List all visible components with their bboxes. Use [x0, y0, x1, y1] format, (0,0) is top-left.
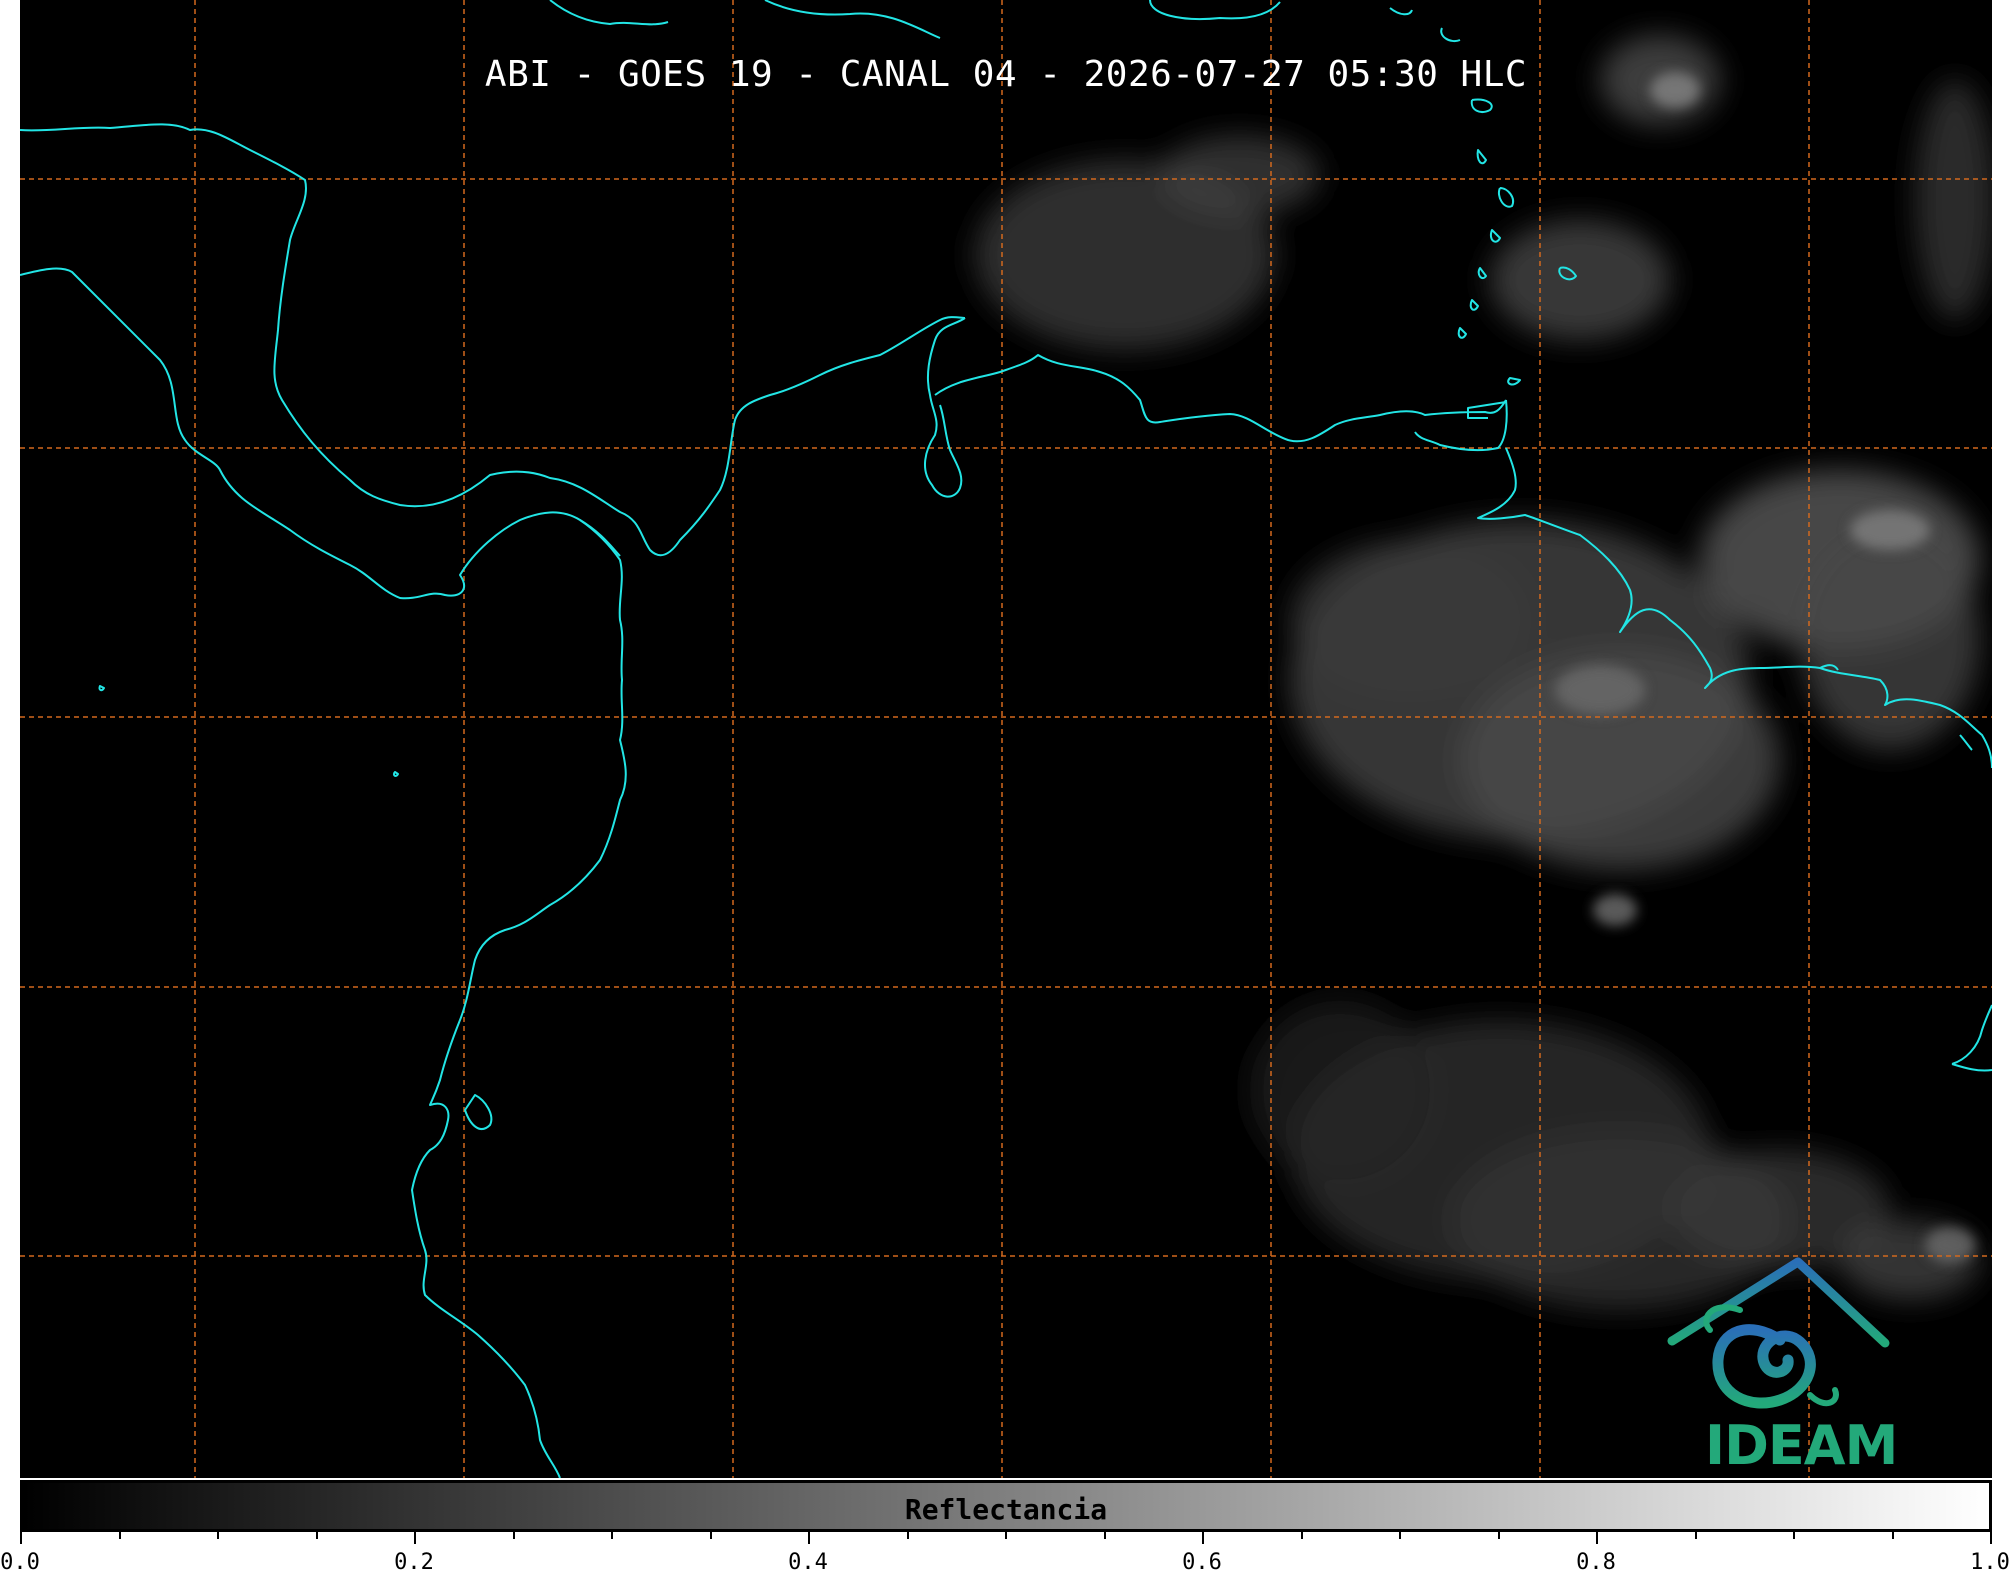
colorbar-minor-tick	[315, 1530, 318, 1539]
satellite-map-panel: ABI - GOES 19 - CANAL 04 - 2026-07-27 05…	[20, 0, 1992, 1478]
colorbar-major-tick	[414, 1530, 416, 1544]
colorbar-minor-tick	[1103, 1530, 1106, 1539]
colorbar-minor-tick	[611, 1530, 613, 1539]
colorbar-tick-label: 0.8	[1576, 1550, 1616, 1575]
colorbar-minor-tick	[1399, 1530, 1401, 1539]
colorbar-axis: 0.0 0.2 0.4 0.6 0.8 1.0	[0, 1530, 2011, 1577]
colorbar-minor-tick	[512, 1530, 515, 1539]
colorbar-tick-label: 0.4	[788, 1550, 828, 1575]
colorbar-minor-tick	[1694, 1530, 1697, 1539]
colorbar-minor-tick	[1300, 1530, 1303, 1539]
colorbar-tick-label: 0.0	[0, 1550, 40, 1575]
ideam-logo-text: IDEAM	[1705, 1414, 1898, 1477]
colorbar-tick-label: 0.6	[1182, 1550, 1222, 1575]
colorbar-major-tick	[808, 1530, 810, 1544]
colorbar-major-tick	[1202, 1530, 1204, 1544]
colorbar-tick-label: 0.2	[394, 1550, 434, 1575]
colorbar-minor-tick	[118, 1530, 121, 1539]
map-title: ABI - GOES 19 - CANAL 04 - 2026-07-27 05…	[484, 54, 1528, 95]
colorbar-minor-tick	[217, 1530, 219, 1539]
colorbar-major-tick	[1990, 1530, 1992, 1544]
colorbar-minor-tick	[906, 1530, 909, 1539]
colorbar-tick-label: 1.0	[1970, 1550, 2010, 1575]
colorbar-minor-tick	[1793, 1530, 1795, 1539]
colorbar-label: Reflectancia	[904, 1493, 1108, 1526]
colorbar-minor-tick	[1891, 1530, 1894, 1539]
colorbar: Reflectancia	[20, 1480, 1992, 1532]
colorbar-minor-tick	[1497, 1530, 1500, 1539]
colorbar-minor-tick	[1005, 1530, 1007, 1539]
satellite-map	[20, 0, 1992, 1478]
colorbar-minor-tick	[709, 1530, 712, 1539]
colorbar-major-tick	[20, 1530, 22, 1544]
colorbar-major-tick	[1596, 1530, 1598, 1544]
